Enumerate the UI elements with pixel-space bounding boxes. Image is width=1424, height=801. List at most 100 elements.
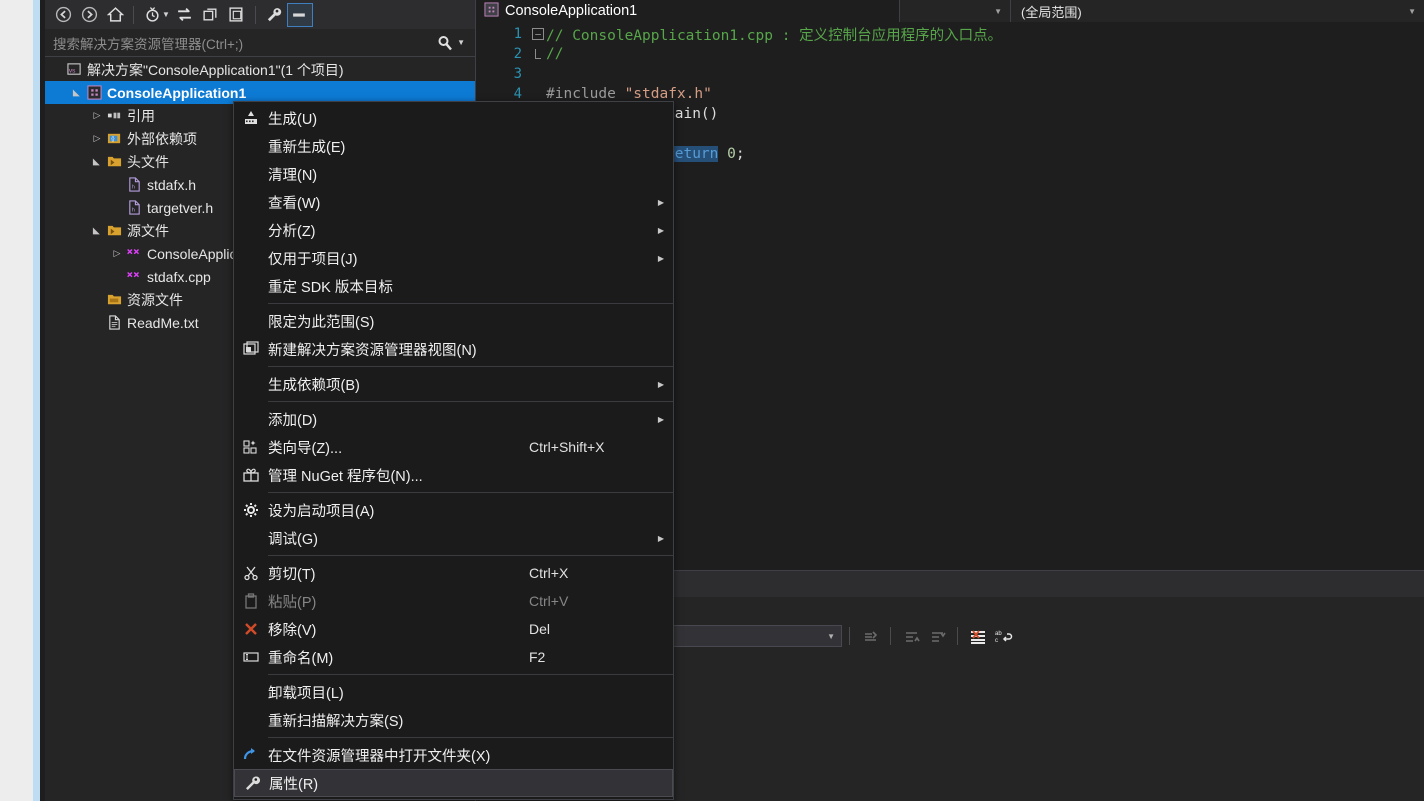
menu-separator [268, 492, 673, 493]
expander-placeholder [109, 269, 125, 285]
editor-tab-consoleapplication1[interactable]: ConsoleApplication1 [476, 0, 899, 22]
tree-item-label: 引用 [127, 106, 155, 126]
chevron-down-icon[interactable]: ▼ [1408, 7, 1416, 16]
menu-item[interactable]: 重命名(M)F2 [234, 643, 673, 671]
home-icon[interactable] [102, 3, 128, 27]
show-all-files-icon[interactable] [224, 3, 250, 27]
menu-item[interactable]: 新建解决方案资源管理器视图(N) [234, 335, 673, 363]
wrench-icon [235, 775, 269, 791]
expander-open-icon[interactable]: ◢ [89, 154, 105, 170]
menu-item-label: 卸载项目(L) [268, 682, 529, 703]
submenu-chevron-right-icon[interactable]: ▶ [649, 198, 673, 207]
menu-item-label: 查看(W) [268, 192, 529, 213]
menu-item[interactable]: 添加(D)▶ [234, 405, 673, 433]
menu-item[interactable]: 类向导(Z)...Ctrl+Shift+X [234, 433, 673, 461]
search-options-chevron-down-icon[interactable]: ▼ [457, 38, 475, 47]
sync-with-active-document-icon[interactable] [172, 3, 198, 27]
editor-tab-row: ConsoleApplication1 ▼ (全局范围) ▼ [476, 0, 1424, 22]
expander-closed-icon[interactable]: ▷ [89, 108, 105, 124]
menu-item[interactable]: 清理(N) [234, 160, 673, 188]
code-token: "stdafx.h" [625, 86, 712, 102]
collapse-icon[interactable] [287, 3, 313, 27]
menu-item[interactable]: 仅用于项目(J)▶ [234, 244, 673, 272]
menu-item-label: 属性(R) [269, 773, 528, 794]
menu-item-label: 重新生成(E) [268, 136, 529, 157]
open-folder-arrow-icon [234, 747, 268, 763]
properties-icon[interactable] [261, 3, 287, 27]
tree-item-label: 源文件 [127, 221, 169, 241]
menu-item-label: 调试(G) [268, 528, 529, 549]
expander-closed-icon[interactable]: ▷ [109, 246, 125, 262]
code-line[interactable]: 3 [476, 64, 1424, 84]
clipboard-icon [234, 593, 268, 609]
menu-item[interactable]: 分析(Z)▶ [234, 216, 673, 244]
menu-item[interactable]: 重新扫描解决方案(S) [234, 706, 673, 734]
editor-scope-value: (全局范围) [1011, 2, 1092, 21]
menu-item[interactable]: 剪切(T)Ctrl+X [234, 559, 673, 587]
menu-item[interactable]: 移除(V)Del [234, 615, 673, 643]
menu-item[interactable]: 属性(R) [234, 769, 673, 797]
code-line[interactable]: 1−// ConsoleApplication1.cpp : 定义控制台应用程序… [476, 24, 1424, 44]
expander-placeholder [89, 292, 105, 308]
toggle-word-wrap-icon[interactable]: abc [991, 624, 1017, 648]
menu-item[interactable]: 重定 SDK 版本目标 [234, 272, 673, 300]
menu-item[interactable]: 在文件资源管理器中打开文件夹(X) [234, 741, 673, 769]
go-to-message-icon[interactable] [857, 624, 883, 648]
menu-item-label: 生成依赖项(B) [268, 374, 529, 395]
new-se-view-icon [234, 341, 268, 357]
folder-res-icon [105, 292, 123, 308]
clear-all-icon[interactable] [965, 624, 991, 648]
menu-item-label: 重新扫描解决方案(S) [268, 710, 529, 731]
tree-item[interactable]: vs解决方案"ConsoleApplication1"(1 个项目) [45, 58, 475, 81]
menu-item[interactable]: 调试(G) ▶ [234, 524, 673, 552]
submenu-chevron-right-icon[interactable]: ▶ [649, 534, 673, 543]
ide-shell: ▼ 搜索解决方案资源管理器(Ctrl+;) ▼ vs解决方案"ConsoleAp… [45, 0, 1424, 801]
menu-item[interactable]: 生成依赖项(B) ▶ [234, 370, 673, 398]
menu-item[interactable]: 限定为此范围(S) [234, 307, 673, 335]
forward-icon[interactable] [76, 3, 102, 27]
submenu-chevron-right-icon[interactable]: ▶ [649, 226, 673, 235]
menu-item-shortcut: Del [529, 621, 649, 637]
chevron-down-icon[interactable]: ▼ [827, 632, 835, 641]
menu-item[interactable]: 卸载项目(L) [234, 678, 673, 706]
chevron-down-icon[interactable]: ▼ [994, 7, 1002, 16]
expander-closed-icon[interactable]: ▷ [89, 131, 105, 147]
code-token: ; [736, 146, 745, 162]
submenu-chevron-right-icon[interactable]: ▶ [649, 380, 673, 389]
menu-item-label: 新建解决方案资源管理器视图(N) [268, 339, 529, 360]
menu-item[interactable]: 设为启动项目(A) [234, 496, 673, 524]
next-message-icon[interactable] [924, 624, 950, 648]
solution-explorer-search[interactable]: 搜索解决方案资源管理器(Ctrl+;) ▼ [45, 29, 475, 57]
submenu-chevron-right-icon[interactable]: ▶ [649, 415, 673, 424]
tree-item-label: stdafx.cpp [147, 269, 211, 285]
code-line[interactable]: 2// [476, 44, 1424, 64]
previous-message-icon[interactable] [898, 624, 924, 648]
project-context-menu[interactable]: 生成(U)重新生成(E)清理(N)查看(W)▶分析(Z)▶仅用于项目(J)▶重定… [233, 101, 674, 800]
expander-open-icon[interactable]: ◢ [89, 223, 105, 239]
fold-guide [530, 49, 546, 59]
search-icon[interactable] [437, 35, 457, 51]
refresh-icon[interactable] [198, 3, 224, 27]
search-input[interactable]: 搜索解决方案资源管理器(Ctrl+;) [45, 33, 437, 53]
expander-open-icon[interactable]: ◢ [69, 85, 85, 101]
cpp-file-icon [125, 246, 143, 262]
menu-item[interactable]: 重新生成(E) [234, 132, 673, 160]
collapse-region-icon[interactable]: − [530, 28, 546, 40]
expander-placeholder [89, 315, 105, 331]
editor-scope-dropdown[interactable]: (全局范围) ▼ [1010, 0, 1424, 22]
line-number: 2 [476, 46, 530, 62]
editor-member-dropdown-left[interactable]: ▼ [899, 0, 1010, 22]
line-number: 1 [476, 26, 530, 42]
menu-item[interactable]: 查看(W) ▶ [234, 188, 673, 216]
toolbar-divider [849, 627, 850, 645]
back-icon[interactable] [50, 3, 76, 27]
code-token: #include [546, 86, 625, 102]
menu-item[interactable]: 生成(U) [234, 104, 673, 132]
chevron-down-icon[interactable]: ▼ [162, 10, 170, 19]
rename-icon [234, 649, 268, 665]
menu-separator [268, 366, 673, 367]
build-icon [234, 110, 268, 126]
external-deps-icon: {} [105, 131, 123, 147]
menu-item[interactable]: 管理 NuGet 程序包(N)... [234, 461, 673, 489]
submenu-chevron-right-icon[interactable]: ▶ [649, 254, 673, 263]
